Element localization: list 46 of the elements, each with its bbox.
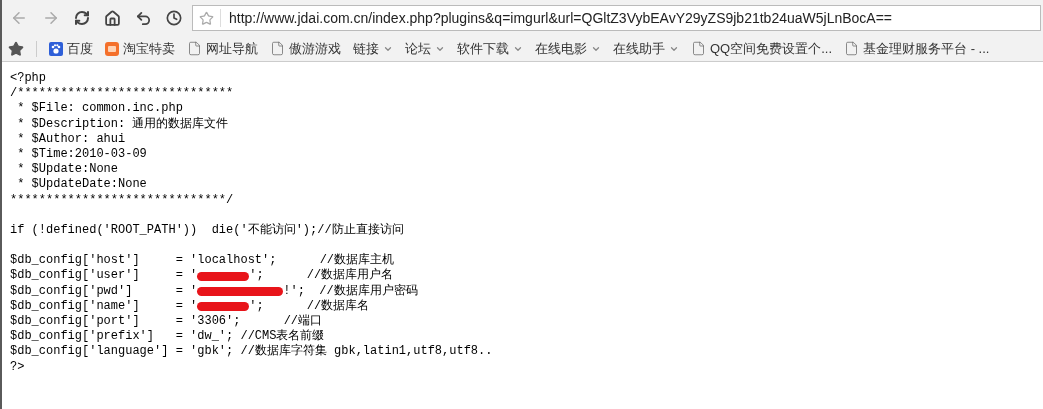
code-line: * $File: common.inc.php: [16, 101, 183, 117]
address-field[interactable]: http://www.jdai.com.cn/index.php?plugins&q=imgurl&url=QGltZ3VybEAvY29yZS9jb21tb24uaW5jLnBocA==: [192, 5, 1041, 31]
url-text: http://www.jdai.com.cn/index.php?plugins&q=imgurl&url=QGltZ3VybEAvY29yZS9jb21tb24uaW5jLnBocA==: [229, 8, 893, 28]
code-line: $db_config['language'] = 'gbk'; //数据库字符集 gbk,latin1,utf8,utf8..: [10, 344, 493, 360]
code-text: '; //数据库用户名: [249, 268, 394, 284]
bookmark-item[interactable]: 淘宝特卖: [105, 38, 175, 59]
page-icon: [691, 41, 706, 56]
code-line: * $UpdateDate:None: [16, 177, 147, 193]
page-icon: [270, 41, 285, 56]
bookmark-item[interactable]: QQ空间免费设置个...: [691, 38, 833, 59]
code-line: * $Description: 通用的数据库文件: [16, 116, 229, 132]
bookmark-folder[interactable]: 在线助手: [613, 38, 679, 59]
code-line: /******************************: [10, 86, 234, 102]
bookmark-folder[interactable]: 链接: [353, 38, 393, 59]
bookmark-item[interactable]: 基金理财服务平台 - ...: [844, 38, 990, 59]
code-line: * $Update:None: [16, 162, 119, 178]
code-line: if (!defined('ROOT_PATH')) die('不能访问');//防止直接访问: [10, 222, 404, 239]
code-line: * $Author: ahui: [16, 131, 126, 147]
undo-icon[interactable]: [135, 9, 152, 27]
code-text: $db_config['name'] = ': [10, 298, 198, 314]
bookmark-folder[interactable]: 软件下载: [457, 38, 523, 59]
reload-icon[interactable]: [74, 10, 90, 26]
code-text: $db_config['user'] = ': [10, 268, 198, 284]
bookmark-folder[interactable]: 在线电影: [535, 38, 601, 59]
code-line: $db_config['host'] = 'localhost'; //数据库主机: [10, 253, 395, 268]
code-line: * $Time:2010-03-09: [16, 146, 147, 163]
code-line: <?php: [10, 71, 46, 87]
home-icon[interactable]: [104, 9, 121, 27]
bookmark-star-icon[interactable]: [199, 10, 214, 26]
shop-icon: [105, 41, 119, 56]
code-text: $db_config['pwd'] = ': [10, 283, 198, 299]
paw-icon: [49, 41, 63, 56]
code-line: ******************************/: [10, 192, 234, 208]
bookmark-folder[interactable]: 论坛: [405, 38, 445, 59]
bookmark-item[interactable]: 网址导航: [187, 38, 258, 59]
code-line: $db_config['port'] = '3306'; //端口: [10, 314, 323, 329]
page-icon: [187, 41, 202, 56]
code-line: ?>: [10, 359, 25, 375]
code-line: $db_config['prefix'] = 'dw_'; //CMS表名前缀: [10, 329, 325, 344]
history-icon[interactable]: [166, 10, 182, 26]
star-icon[interactable]: [8, 40, 24, 57]
page-icon: [844, 41, 860, 56]
code-text: !'; //数据库用户密码: [283, 283, 418, 299]
code-text: '; //数据库名: [249, 298, 370, 314]
bookmark-item[interactable]: 百度: [49, 38, 93, 59]
bookmark-item[interactable]: 傲游游戏: [270, 38, 341, 59]
